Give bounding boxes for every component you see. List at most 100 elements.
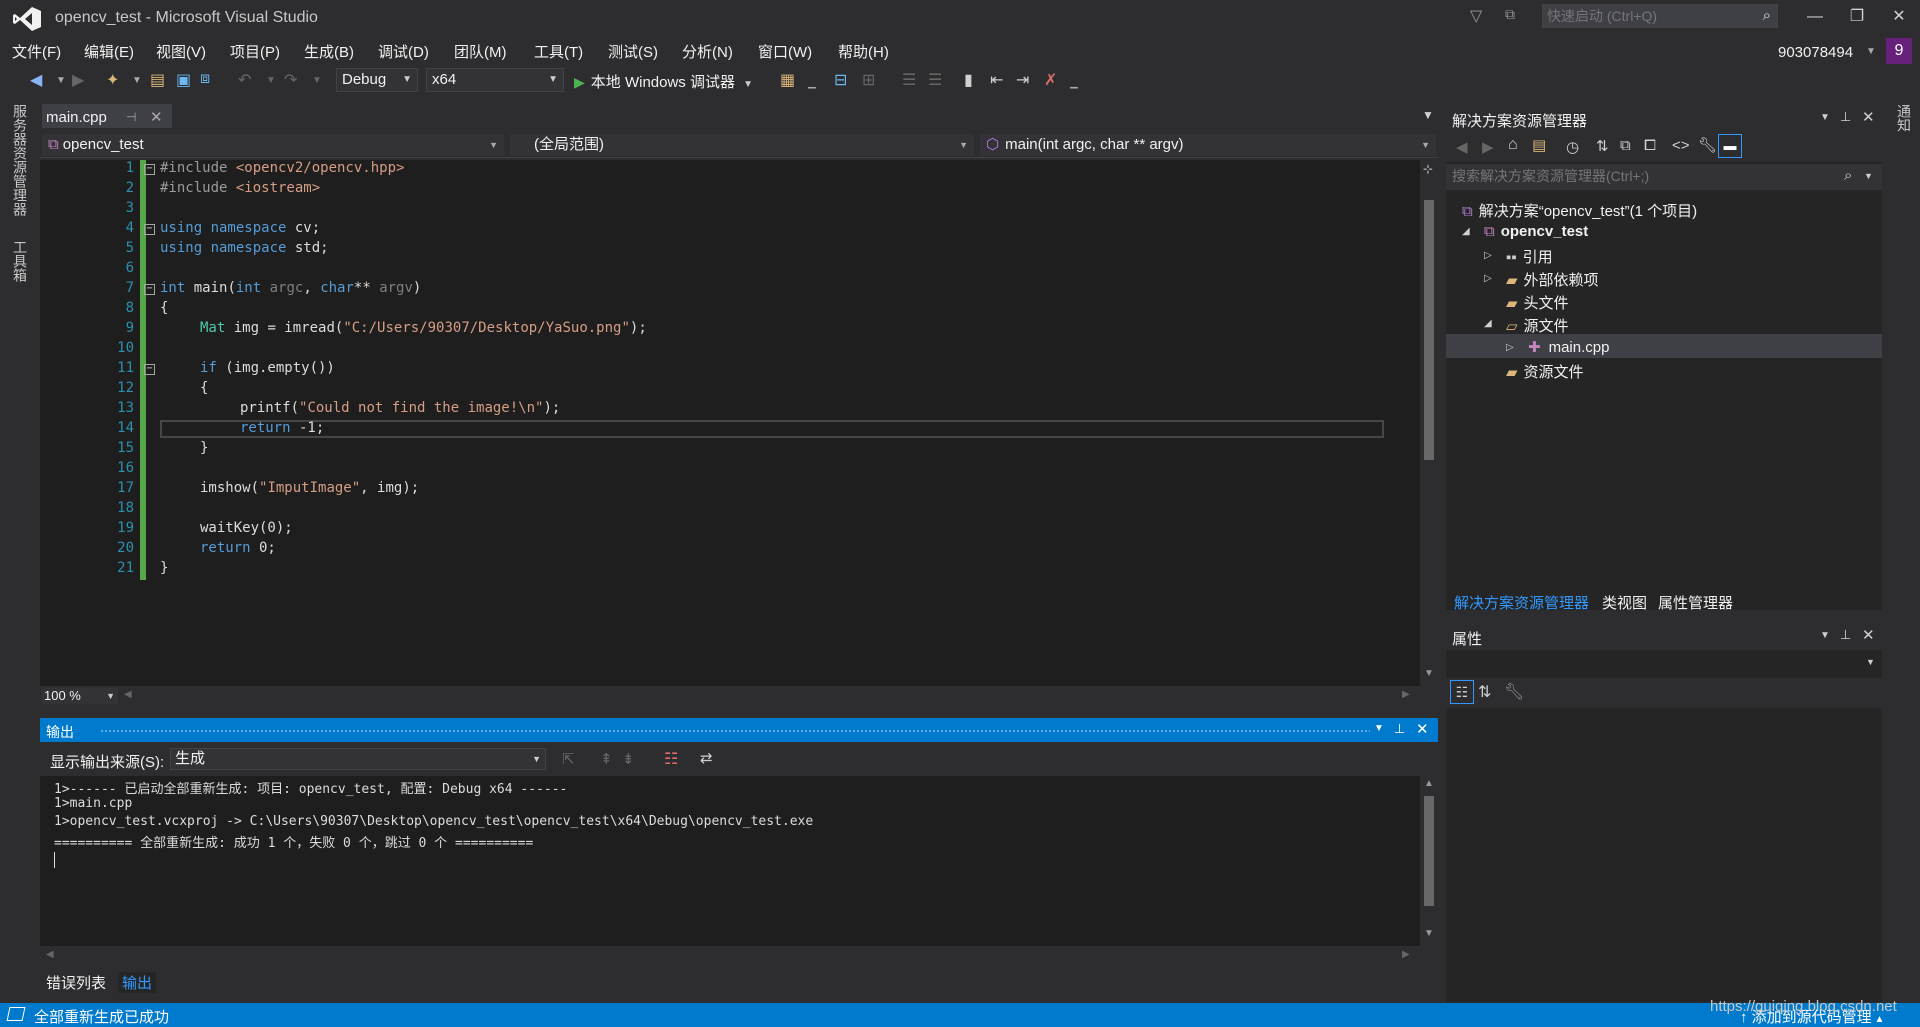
scroll-down-icon[interactable]: ▼ [1424, 928, 1434, 939]
toolbar-overflow-icon[interactable]: ▁ [1070, 78, 1078, 89]
account-name[interactable]: 903078494 [1778, 44, 1853, 61]
tab-error-list[interactable]: 错误列表 [46, 972, 106, 993]
feedback-icon[interactable]: ⧉ [1505, 6, 1527, 26]
output-vertical-scrollbar[interactable]: ▲ ▼ [1420, 776, 1438, 946]
preview-selected-icon[interactable]: ▬ [1718, 134, 1742, 158]
back-icon[interactable]: ◀ [30, 70, 42, 90]
tab-class-view[interactable]: 类视图 [1602, 592, 1647, 613]
start-debugger-button[interactable]: ▶ 本地 Windows 调试器 ▼ [574, 71, 753, 92]
notifications-tab[interactable]: 通知 [1894, 104, 1914, 132]
menu-analyze[interactable]: 分析(N) [682, 41, 733, 62]
properties-wrench-icon[interactable]: 🔧︎ [1698, 136, 1717, 154]
prev-bookmark-icon[interactable]: ⇤ [990, 70, 1003, 90]
scroll-thumb[interactable] [1424, 796, 1434, 906]
back-icon[interactable]: ◀ [1456, 138, 1468, 156]
menu-tools[interactable]: 工具(T) [534, 41, 583, 62]
solution-search-box[interactable]: ⌕ ▼ [1446, 164, 1882, 190]
collapsed-triangle-icon[interactable]: ▷ [1484, 273, 1492, 284]
clear-bookmarks-icon[interactable]: ✗ [1044, 70, 1057, 90]
undo-dropdown-icon[interactable]: ▼ [266, 75, 276, 86]
minimize-button[interactable]: — [1800, 6, 1830, 28]
menu-help[interactable]: 帮助(H) [838, 41, 889, 62]
tree-main-cpp[interactable]: ✚ main.cpp [1528, 338, 1609, 356]
tree-resource-files[interactable]: ▰ 资源文件 [1506, 361, 1584, 382]
save-icon[interactable]: ▣ [176, 70, 191, 90]
pin-icon[interactable]: ⊥ [1394, 721, 1405, 737]
scroll-up-icon[interactable]: ▲ [1424, 778, 1434, 789]
collapsed-triangle-icon[interactable]: ▷ [1506, 342, 1514, 353]
categorized-icon[interactable]: ☷ [1450, 680, 1474, 704]
search-icon[interactable]: ⌕ [1844, 167, 1852, 184]
expanded-triangle-icon[interactable]: ◢ [1484, 318, 1492, 329]
save-all-icon[interactable]: ⧈ [200, 70, 210, 88]
view-code-icon[interactable]: <> [1672, 137, 1690, 154]
browse-dropdown-icon[interactable]: ▁ [808, 78, 816, 89]
tab-solution-explorer[interactable]: 解决方案资源管理器 [1454, 592, 1589, 613]
next-message-icon[interactable]: ⇟ [622, 750, 635, 768]
word-wrap-icon[interactable]: ⇄ [700, 749, 713, 767]
breakpoint-icon[interactable]: ⊞ [862, 70, 875, 90]
toolbox-tab[interactable]: 工具箱 [10, 240, 30, 282]
output-text-area[interactable]: 1>------ 已启动全部重新生成: 项目: opencv_test, 配置:… [40, 776, 1438, 946]
close-tab-icon[interactable]: ✕ [150, 108, 163, 126]
prev-message-icon[interactable]: ⇞ [600, 750, 613, 768]
quick-launch-box[interactable]: ⌕ [1542, 4, 1778, 28]
window-position-icon[interactable]: ▼ [1820, 112, 1830, 123]
tab-output[interactable]: 输出 [118, 972, 157, 993]
nav-project-select[interactable]: ⧉ opencv_test ▼ [42, 134, 504, 156]
nav-member-select[interactable]: ⬡ main(int argc, char ** argv) ▼ [980, 134, 1436, 156]
zoom-select[interactable]: 100 % ▼ [42, 688, 118, 704]
collapse-icon[interactable]: − [144, 284, 155, 295]
menu-edit[interactable]: 编辑(E) [84, 41, 134, 62]
sync-icon[interactable]: ⇅ [1596, 137, 1609, 155]
output-source-select[interactable]: 生成 ▼ [170, 748, 546, 770]
server-explorer-tab[interactable]: 服务器资源管理器 [10, 104, 30, 216]
code-editor[interactable]: 1 2 3 4 5 6 7 8 9 10 11 12 13 14 15 16 1… [40, 160, 1438, 686]
switch-views-icon[interactable]: ▤ [1532, 136, 1546, 154]
pin-icon[interactable]: ⊣ [126, 110, 136, 124]
open-file-icon[interactable]: ▤ [150, 70, 165, 90]
close-panel-icon[interactable]: ✕ [1862, 108, 1875, 126]
collapse-all-icon[interactable]: ⧉ [1620, 137, 1631, 154]
scroll-down-icon[interactable]: ▼ [1424, 668, 1434, 679]
collapsed-triangle-icon[interactable]: ▷ [1484, 250, 1492, 261]
pending-changes-icon[interactable]: ◷ [1566, 138, 1579, 156]
new-dropdown-icon[interactable]: ▼ [132, 75, 142, 86]
search-icon[interactable]: ⌕ [1763, 7, 1771, 24]
scroll-left-icon[interactable]: ◀ [46, 949, 54, 960]
menu-file[interactable]: 文件(F) [12, 41, 61, 62]
collapse-icon[interactable]: − [144, 364, 155, 375]
pin-icon[interactable]: ⊥ [1840, 627, 1851, 643]
notification-badge[interactable]: 9 [1886, 38, 1912, 64]
tabs-dropdown-icon[interactable]: ▼ [1422, 108, 1434, 122]
browse-icon[interactable]: ▦ [780, 70, 795, 90]
close-panel-icon[interactable]: ✕ [1416, 720, 1429, 738]
find-message-icon[interactable]: ⇱ [562, 750, 575, 768]
close-button[interactable]: ✕ [1884, 6, 1914, 28]
output-horizontal-scrollbar[interactable]: ◀ ▶ [40, 946, 1438, 966]
platform-select[interactable]: x64 ▼ [426, 68, 564, 92]
outdent-icon[interactable]: ☰ [902, 70, 916, 90]
tab-property-manager[interactable]: 属性管理器 [1658, 592, 1733, 613]
close-panel-icon[interactable]: ✕ [1862, 626, 1875, 644]
menu-window[interactable]: 窗口(W) [758, 41, 812, 62]
step-icon[interactable]: ⊟ [834, 70, 847, 90]
menu-project[interactable]: 项目(P) [230, 41, 280, 62]
account-caret-icon[interactable]: ▼ [1866, 46, 1876, 57]
solution-search-input[interactable] [1446, 164, 1826, 188]
restore-button[interactable]: ❐ [1842, 6, 1872, 28]
chevron-down-icon[interactable]: ▼ [1864, 171, 1873, 181]
new-project-icon[interactable]: ✦ [106, 70, 119, 90]
indent-icon[interactable]: ☰ [928, 70, 942, 90]
tree-source-files[interactable]: ▱ 源文件 [1506, 315, 1569, 336]
menu-team[interactable]: 团队(M) [454, 41, 507, 62]
collapse-icon[interactable]: − [144, 224, 155, 235]
menu-debug[interactable]: 调试(D) [378, 41, 429, 62]
redo-dropdown-icon[interactable]: ▼ [312, 75, 322, 86]
bookmark-icon[interactable]: ▮ [964, 70, 973, 90]
window-position-icon[interactable]: ▼ [1374, 723, 1384, 734]
next-bookmark-icon[interactable]: ⇥ [1016, 70, 1029, 90]
home-icon[interactable]: ⌂ [1508, 136, 1518, 154]
scroll-left-icon[interactable]: ◀ [124, 689, 132, 700]
redo-icon[interactable]: ↷ [284, 70, 297, 90]
